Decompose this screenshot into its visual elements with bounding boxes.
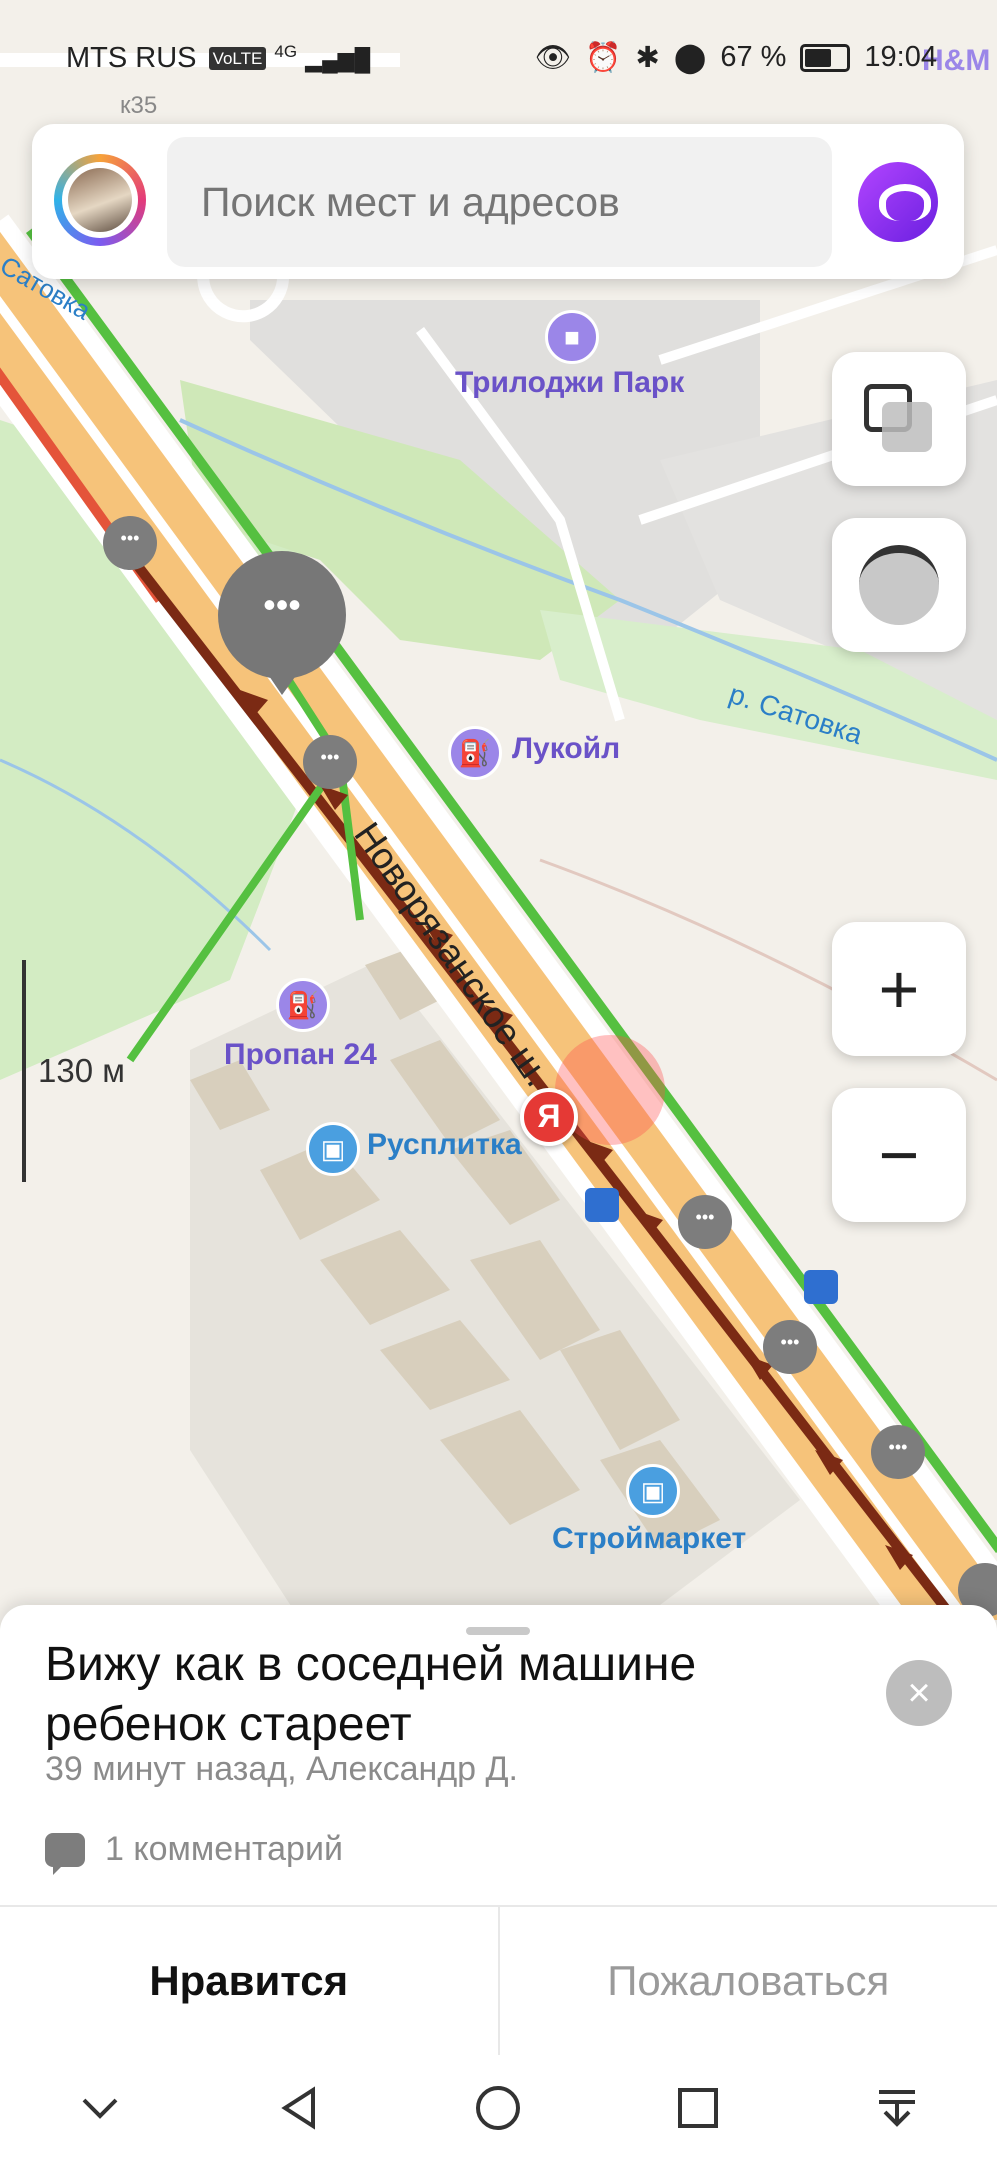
road-event-marker-large[interactable]: ••• <box>244 587 320 630</box>
layers-button[interactable] <box>832 352 966 486</box>
event-title: Вижу как в соседней машине ребенок старе… <box>45 1638 697 1751</box>
map-label-trilogy-park[interactable]: Трилоджи Парк <box>455 366 684 400</box>
battery-icon <box>800 43 851 72</box>
map-label-propan[interactable]: Пропан 24 <box>224 1038 377 1072</box>
briefcase-icon[interactable]: ■ <box>545 310 599 364</box>
recents-icon[interactable] <box>668 2078 728 2138</box>
fuel-station-icon[interactable]: ⛽ <box>448 726 502 780</box>
layers-icon <box>864 384 934 454</box>
fuel-station-icon[interactable]: ⛽ <box>276 978 330 1032</box>
zoom-out-button[interactable]: − <box>832 1088 966 1222</box>
eye-icon: 👁 <box>534 41 572 74</box>
search-bar <box>32 124 964 279</box>
shopping-bag-icon[interactable]: ▣ <box>626 1464 680 1518</box>
volte-badge: VoLTE <box>208 47 267 71</box>
notification-drawer-icon[interactable] <box>867 2078 927 2138</box>
scale-label: 130 м <box>38 1052 125 1089</box>
close-button[interactable]: × <box>886 1660 952 1726</box>
status-bar: MTS RUS VoLTE 4G ▂▄▆█ 👁 ⏰ ✱ ⬤ 67 % 19:04 <box>0 30 997 80</box>
comments-link[interactable]: 1 комментарий <box>45 1830 343 1875</box>
report-button[interactable]: Пожаловаться <box>500 1907 997 2055</box>
map-label-building: к35 <box>120 92 158 119</box>
system-nav-bar <box>0 2055 997 2160</box>
carrier-label: MTS RUS VoLTE 4G ▂▄▆█ <box>66 42 371 74</box>
avatar[interactable] <box>54 154 146 246</box>
signal-icon: ▂▄▆█ <box>305 47 371 72</box>
drag-handle[interactable] <box>466 1627 530 1635</box>
zoom-in-button[interactable]: + <box>832 922 966 1056</box>
alarm-icon: ⏰ <box>585 41 622 74</box>
action-row: Нравится Пожаловаться <box>0 1907 997 2055</box>
back-icon[interactable] <box>269 2078 329 2138</box>
bluetooth-icon: ✱ <box>635 42 660 74</box>
like-button[interactable]: Нравится <box>0 1907 500 2055</box>
shopping-bag-icon[interactable]: ▣ <box>306 1122 360 1176</box>
yandex-location-pin[interactable]: Я <box>520 1088 578 1146</box>
home-icon[interactable] <box>468 2078 528 2138</box>
clock: 19:04 <box>864 41 937 73</box>
event-bottom-sheet: Вижу как в соседней машине ребенок старе… <box>0 1605 997 2055</box>
comments-count: 1 комментарий <box>105 1830 343 1868</box>
scale-bar <box>22 960 26 1182</box>
road-event-marker[interactable]: ••• <box>310 747 350 768</box>
comment-icon <box>45 1832 85 1875</box>
event-meta: 39 минут назад, Александр Д. <box>45 1750 518 1788</box>
minus-icon: − <box>878 1116 920 1194</box>
compass-button[interactable] <box>832 518 966 652</box>
plus-icon: + <box>878 950 920 1028</box>
battery-percent: 67 % <box>720 41 787 73</box>
map-label-lukoil[interactable]: Лукойл <box>512 732 620 766</box>
road-event-marker[interactable]: ••• <box>878 1437 918 1458</box>
network-type: 4G <box>274 42 298 61</box>
alice-assistant-button[interactable] <box>858 162 938 242</box>
road-event-marker[interactable]: ••• <box>770 1332 810 1353</box>
chevron-down-icon[interactable] <box>70 2078 130 2138</box>
location-icon: ⬤ <box>673 42 707 74</box>
map-label-stroymarket[interactable]: Строймаркет <box>552 1522 746 1556</box>
road-event-marker[interactable]: ••• <box>685 1207 725 1228</box>
road-event-marker[interactable]: ••• <box>110 528 150 549</box>
compass-icon <box>859 545 939 625</box>
map-label-rusplitka[interactable]: Русплитка <box>367 1128 522 1162</box>
search-input[interactable] <box>167 137 832 267</box>
